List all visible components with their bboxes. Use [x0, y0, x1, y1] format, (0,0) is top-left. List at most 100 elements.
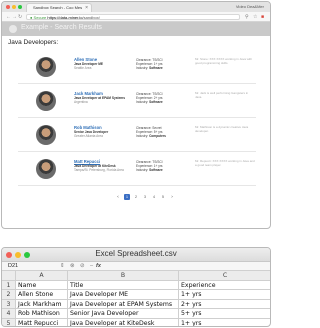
- cell[interactable]: Java Developer ME: [68, 290, 179, 300]
- cell[interactable]: Jack Markham: [16, 299, 68, 309]
- confirm-icon[interactable]: ⊘: [80, 263, 85, 269]
- industry-label: Industry:: [136, 100, 149, 105]
- dash-icon: –: [90, 263, 94, 269]
- select-all-corner[interactable]: [2, 271, 16, 281]
- close-icon[interactable]: ×: [85, 4, 88, 12]
- result-industry: Software: [149, 168, 163, 173]
- star-icon[interactable]: ☆: [253, 14, 257, 20]
- page-heading: Java Developers:: [8, 39, 59, 46]
- cancel-icon[interactable]: ⊗: [70, 263, 75, 269]
- result-description: Mr. Stone: XXX XXXX working in Java with…: [195, 57, 253, 65]
- pagination-page-button[interactable]: 5: [160, 194, 166, 200]
- pagination-page-button[interactable]: 3: [142, 194, 148, 200]
- pagination-next-button[interactable]: ›: [169, 194, 175, 200]
- cell[interactable]: Java Developer at KiteDesk: [68, 318, 179, 326]
- column-header-row: A B C: [2, 271, 270, 281]
- cell[interactable]: Senior Java Developer: [68, 309, 179, 319]
- profile-label[interactable]: Video Dea&Mer: [236, 4, 264, 9]
- avatar[interactable]: [36, 159, 56, 179]
- cell[interactable]: 2+ yrs: [179, 300, 270, 309]
- industry-label: Industry:: [136, 134, 149, 139]
- lock-icon: ●: [30, 15, 33, 20]
- cell[interactable]: 5+ yrs: [179, 309, 270, 319]
- results-list: Allen Stone Java Developer ME Seattle Ar…: [18, 50, 256, 186]
- app-logo-icon: [9, 25, 17, 33]
- page-content: Java Developers: Allen Stone Java Develo…: [2, 36, 270, 220]
- result-description: Mr. Jack is well performing Gangsters in…: [195, 91, 249, 99]
- table-row: 3 Jack Markham Java Developer at EPAM Sy…: [2, 299, 270, 309]
- spreadsheet-window: Excel Spreadsheet.csv D21 ⇕ ⊗ ⊘ – fx A B…: [1, 247, 271, 327]
- url-secure-label: Secure: [33, 15, 47, 20]
- result-row: Matt Repucci Java Developer at KiteDesk …: [18, 152, 256, 186]
- pagination: ‹ 1 2 3 4 5 ›: [115, 194, 175, 200]
- result-industry: Software: [149, 66, 163, 71]
- browser-window: Sandbox Search - Coo Mes × Video Dea&Mer…: [1, 1, 271, 229]
- cell[interactable]: 1+ yrs: [179, 290, 270, 300]
- column-header[interactable]: B: [68, 271, 179, 281]
- cell[interactable]: 1+ yrs: [179, 319, 270, 327]
- pagination-prev-button[interactable]: ‹: [115, 194, 121, 200]
- cell[interactable]: Rob Mathison: [16, 309, 68, 319]
- extension-icon[interactable]: ■: [261, 14, 264, 20]
- cell[interactable]: Name: [16, 280, 68, 290]
- app-title: Example - Search Results: [21, 24, 102, 31]
- cell[interactable]: Title: [68, 280, 179, 290]
- result-row: Jack Markham Java Developer at EPAM Syst…: [18, 84, 256, 118]
- avatar[interactable]: [36, 125, 56, 145]
- maximize-window-button[interactable]: [18, 5, 22, 9]
- app-header: Example - Search Results: [2, 22, 270, 36]
- industry-label: Industry:: [136, 168, 149, 173]
- url-host: https://data-miner.io: [47, 15, 83, 20]
- result-industry: Computers: [149, 134, 166, 139]
- cell[interactable]: Matt Repucci: [16, 318, 68, 326]
- cell[interactable]: Experience: [179, 281, 270, 290]
- result-location: Greater Atlanta Area: [74, 134, 103, 138]
- table-row: 5 Matt Repucci Java Developer at KiteDes…: [2, 318, 270, 327]
- pagination-page-button[interactable]: 1: [124, 194, 130, 200]
- browser-tab-bar: Sandbox Search - Coo Mes × Video Dea&Mer: [2, 2, 270, 12]
- minimize-window-button[interactable]: [12, 5, 16, 9]
- cell[interactable]: Allen Stone: [16, 290, 68, 300]
- spreadsheet-title-bar: Excel Spreadsheet.csv: [2, 248, 270, 262]
- result-description: Mr. Mathison is a dynamic creative Java …: [195, 125, 249, 133]
- spreadsheet-grid: A B C 1 Name Title Experience 2 Allen St…: [2, 271, 270, 327]
- row-number[interactable]: 5: [2, 318, 16, 326]
- avatar[interactable]: [36, 91, 56, 111]
- tab-title: Sandbox Search - Coo Mes: [33, 5, 83, 10]
- row-number[interactable]: 3: [2, 299, 16, 309]
- pagination-page-button[interactable]: 4: [151, 194, 157, 200]
- table-row: 2 Allen Stone Java Developer ME 1+ yrs: [2, 290, 270, 300]
- pagination-page-button[interactable]: 2: [133, 194, 139, 200]
- stepper-icon[interactable]: ⇕: [60, 263, 65, 269]
- back-icon[interactable]: ←: [6, 14, 11, 20]
- close-window-button[interactable]: [6, 5, 10, 9]
- search-icon[interactable]: ⚲: [245, 14, 249, 20]
- row-number[interactable]: 2: [2, 290, 16, 300]
- address-bar-row: ← → ↻ ● Secure https://data-miner.io/san…: [2, 12, 270, 22]
- function-icon[interactable]: fx: [96, 263, 101, 269]
- cell[interactable]: Java Developer at EPAM Systems: [68, 299, 179, 309]
- result-row: Rob Mathison Senior Java Developer Great…: [18, 118, 256, 152]
- reload-icon[interactable]: ↻: [18, 14, 22, 20]
- column-header[interactable]: C: [179, 271, 270, 281]
- result-location: Tampa/St. Petersburg, Florida Area: [74, 168, 124, 172]
- formula-bar: D21 ⇕ ⊗ ⊘ – fx: [2, 262, 270, 271]
- avatar[interactable]: [36, 57, 56, 77]
- url-path: /sandbox/: [82, 15, 100, 20]
- spreadsheet-title: Excel Spreadsheet.csv: [95, 249, 177, 258]
- result-industry: Software: [149, 100, 163, 105]
- result-location: Seattle Area: [74, 66, 92, 70]
- industry-label: Industry:: [136, 66, 149, 71]
- row-number[interactable]: 4: [2, 309, 16, 319]
- browser-tab[interactable]: Sandbox Search - Coo Mes ×: [26, 3, 92, 12]
- column-header[interactable]: A: [16, 271, 68, 281]
- result-row: Allen Stone Java Developer ME Seattle Ar…: [18, 50, 256, 84]
- url-bar[interactable]: ● Secure https://data-miner.io/sandbox/: [26, 14, 240, 20]
- row-number[interactable]: 1: [2, 280, 16, 290]
- table-row: 1 Name Title Experience: [2, 280, 270, 290]
- result-description: Mr. Repucci: XXX XXXX working in Java an…: [195, 159, 255, 167]
- forward-icon[interactable]: →: [12, 14, 17, 20]
- cell-reference-box[interactable]: D21: [8, 263, 18, 269]
- result-location: Argentina: [74, 100, 88, 104]
- table-row: 4 Rob Mathison Senior Java Developer 5+ …: [2, 309, 270, 319]
